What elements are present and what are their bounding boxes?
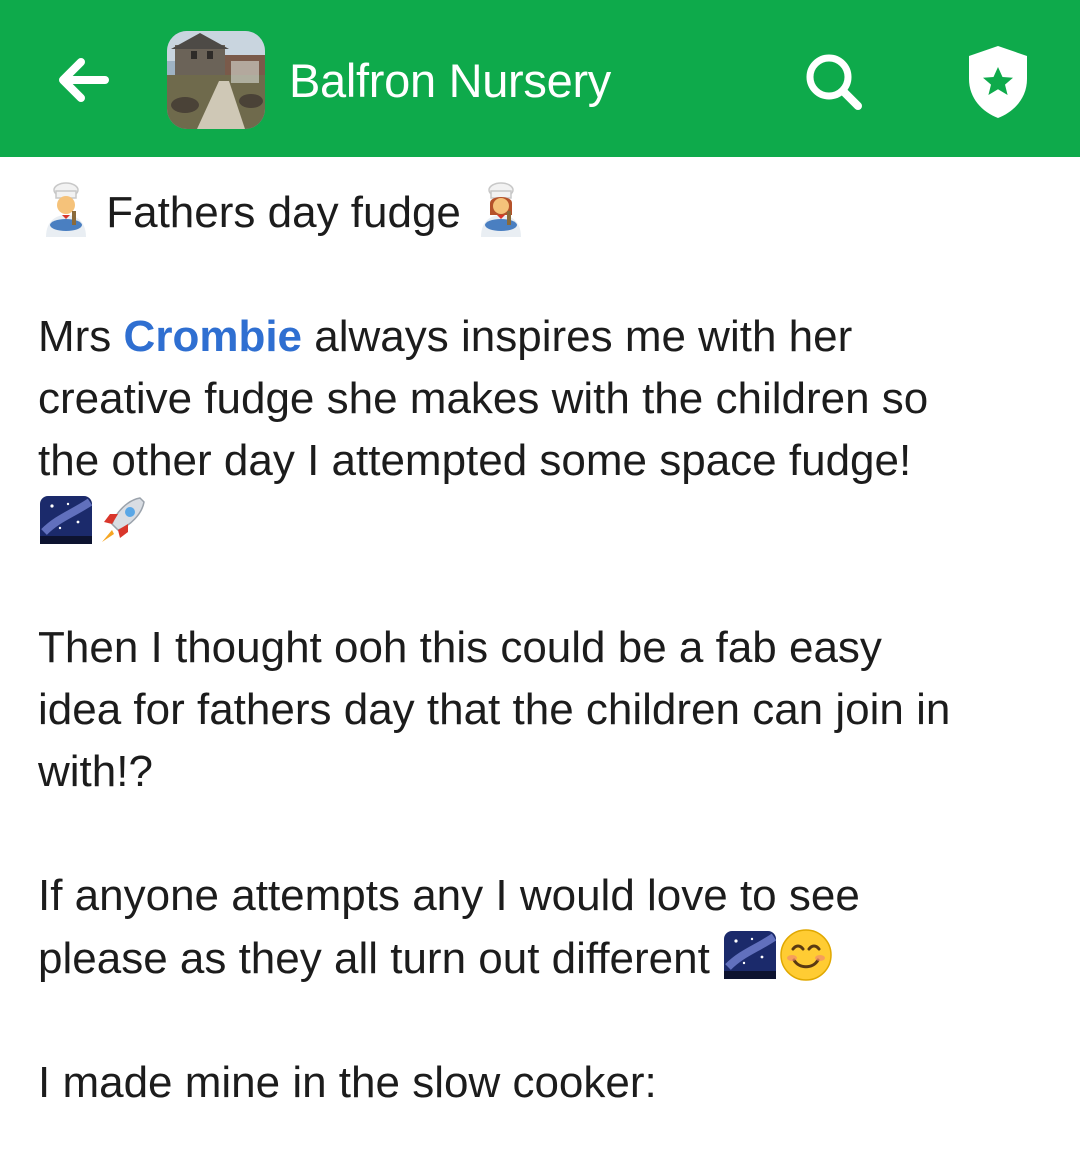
post-paragraph-line: creative fudge she makes with the childr…: [38, 374, 929, 423]
arrow-left-icon: [59, 58, 109, 102]
post-emoji-line: [38, 492, 1058, 555]
shield-star-icon: [969, 46, 1027, 118]
man-cook-emoji: [38, 181, 94, 237]
milky-way-emoji: [722, 927, 778, 983]
post-paragraph-line: idea for fathers day that the children c…: [38, 685, 951, 734]
mention-link[interactable]: Crombie: [124, 312, 302, 361]
post-paragraph-line: If anyone attempts any I would love to s…: [38, 871, 860, 920]
post-body: Fathers day fudge Mrs Crombie always ins…: [38, 181, 1058, 1114]
post-paragraph-line: please as they all turn out different: [38, 927, 1058, 990]
app-bar: Balfron Nursery: [0, 0, 1080, 157]
back-button[interactable]: [50, 50, 116, 110]
milky-way-emoji: [38, 492, 94, 548]
post-title-line: Fathers day fudge: [38, 181, 1058, 244]
post-paragraph-line: with!?: [38, 747, 153, 796]
group-avatar[interactable]: [167, 31, 265, 129]
search-button[interactable]: [796, 44, 872, 120]
post-title-text: Fathers day fudge: [106, 188, 461, 237]
group-admin-button[interactable]: [958, 40, 1038, 124]
post-paragraph-line: I made mine in the slow cooker:: [38, 1058, 657, 1107]
post-paragraph-line: the other day I attempted some space fud…: [38, 436, 912, 485]
group-title[interactable]: Balfron Nursery: [289, 50, 611, 112]
woman-cook-emoji: [473, 181, 529, 237]
post-paragraph-line: Then I thought ooh this could be a fab e…: [38, 623, 882, 672]
smiling-face-emoji: [778, 927, 834, 983]
search-icon: [806, 54, 862, 110]
rocket-emoji: [94, 492, 150, 548]
post-paragraph-line: Mrs Crombie always inspires me with her: [38, 312, 853, 361]
